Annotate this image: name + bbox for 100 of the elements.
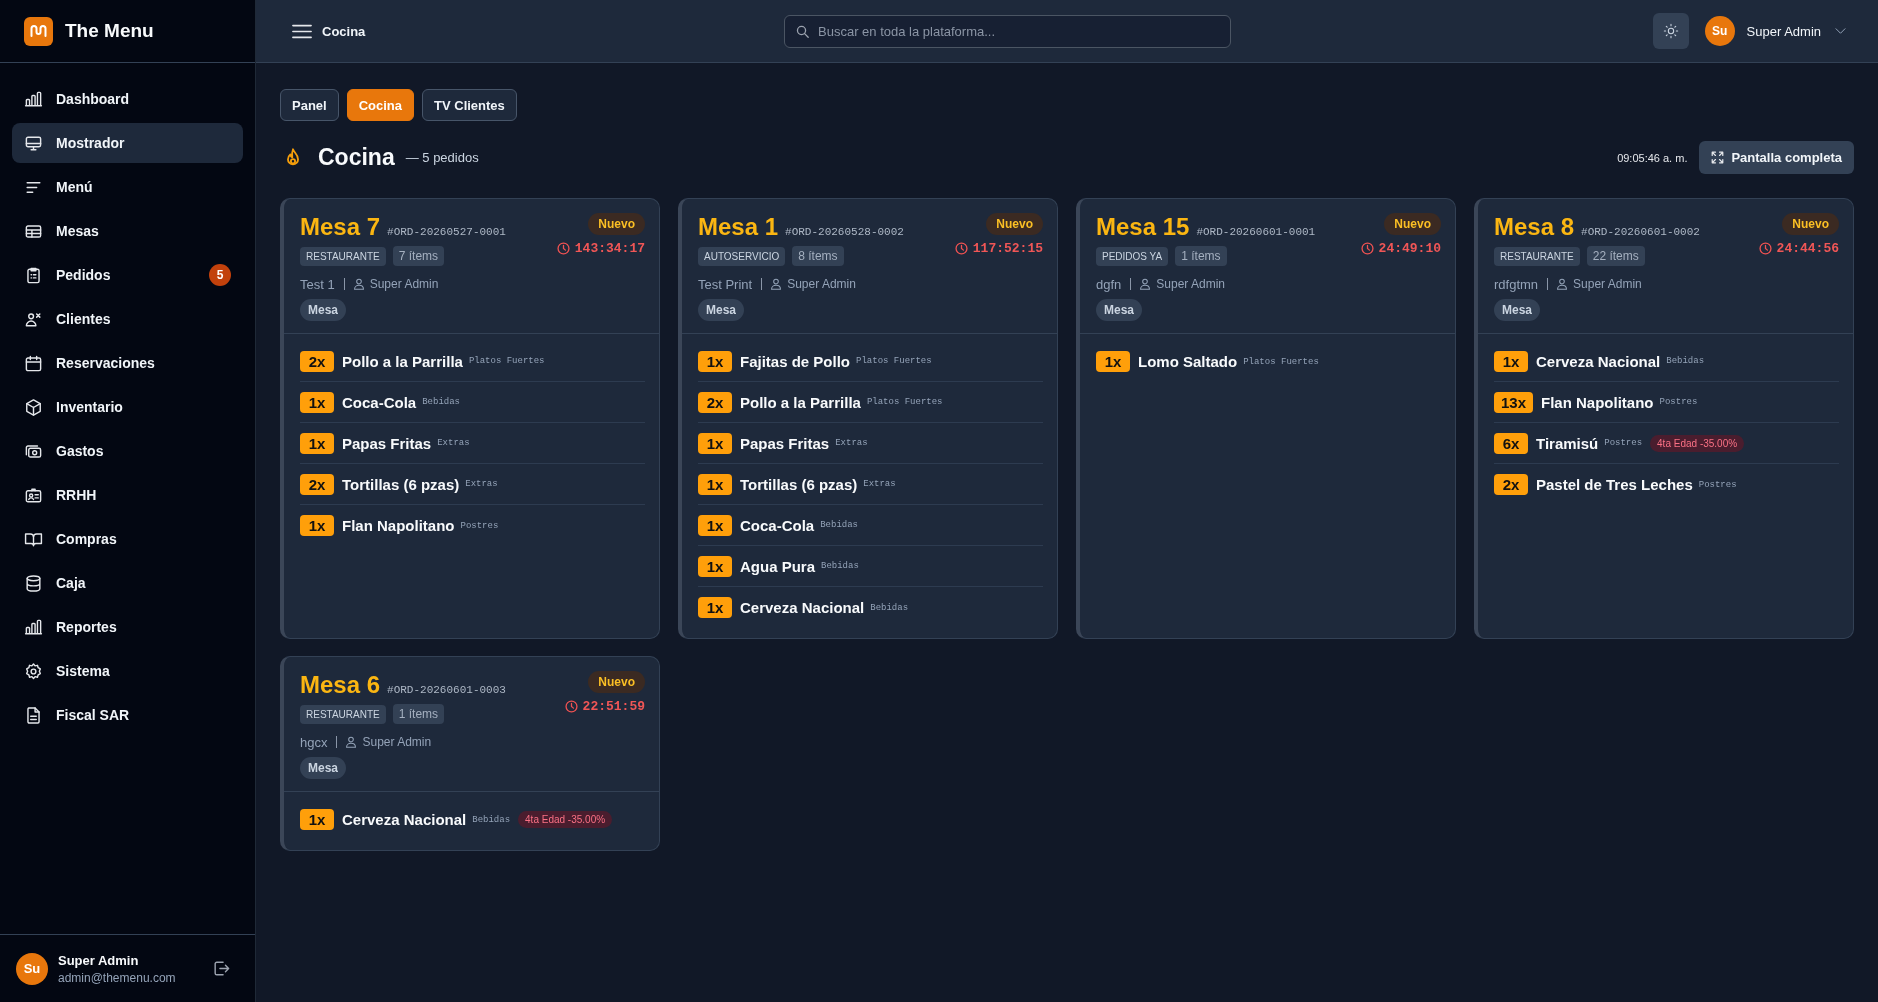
quantity-tag: 1x	[1096, 351, 1130, 372]
user-avatar: Su	[16, 952, 48, 985]
bar-chart-icon	[24, 617, 43, 637]
channel-tag: RESTAURANTE	[300, 246, 386, 266]
item-name: Lomo Saltado	[1138, 353, 1238, 370]
user-name[interactable]: Super Admin	[1746, 23, 1821, 39]
order-count: — 5 pedidos	[405, 150, 479, 165]
item-category: Platos Fuertes	[1243, 356, 1319, 367]
fullscreen-button[interactable]: Pantalla completa	[1699, 141, 1854, 174]
nav-item[interactable]: Fiscal SAR	[12, 695, 243, 735]
nav-item[interactable]: Mesas	[12, 211, 243, 251]
nav-item[interactable]: Mostrador	[12, 123, 243, 163]
channel-tag: RESTAURANTE	[300, 704, 386, 724]
user-icon	[345, 736, 358, 748]
quantity-tag: 1x	[300, 809, 334, 830]
nav-item[interactable]: Gastos	[12, 431, 243, 471]
item-count-tag: 22 ítems	[1586, 246, 1645, 266]
waiter-name: Super Admin	[787, 277, 856, 291]
service-tag: Mesa	[1494, 299, 1541, 321]
discount-tag: 4ta Edad -35.00%	[1650, 434, 1745, 452]
status-badge: Nuevo	[1384, 213, 1441, 235]
item-name: Tortillas (6 pzas)	[342, 475, 460, 493]
monitor-icon	[24, 133, 43, 153]
channel-tag: PEDIDOS YA	[1096, 246, 1169, 266]
waiter-name: Super Admin	[369, 277, 439, 291]
clipboard-icon	[24, 265, 43, 285]
quantity-tag: 1x	[698, 473, 732, 495]
nav-item[interactable]: Pedidos 5	[12, 255, 243, 295]
cube-icon	[24, 397, 43, 417]
nav-item[interactable]: Dashboard	[12, 79, 243, 119]
tab[interactable]: Panel	[280, 89, 339, 121]
search-field[interactable]: Buscar en toda la plataforma...	[784, 14, 1231, 48]
service-tag: Mesa	[698, 299, 745, 321]
quantity-tag: 1x	[300, 432, 334, 454]
bar-chart-icon	[24, 89, 43, 109]
nav-item[interactable]: Caja	[12, 563, 243, 603]
item-category: Bebidas	[820, 520, 858, 530]
user-icon	[1139, 278, 1152, 290]
nav-item[interactable]: Compras	[12, 519, 243, 559]
quantity-tag: 1x	[698, 597, 732, 618]
waiter-name: Super Admin	[1156, 277, 1226, 291]
item-category: Platos Fuertes	[468, 356, 545, 366]
logout-icon[interactable]	[212, 959, 231, 978]
item-category: Platos Fuertes	[866, 397, 943, 407]
table-title: Mesa 15	[1096, 213, 1190, 241]
quantity-tag: 2x	[300, 350, 334, 372]
discount-tag: 4ta Edad -35.00%	[518, 811, 613, 828]
waiter-name: Super Admin	[1573, 277, 1642, 291]
item-category: Bebidas	[422, 397, 460, 407]
table-title: Mesa 6	[300, 671, 381, 699]
id-card-icon	[24, 485, 43, 505]
user-icon	[352, 278, 365, 290]
quantity-tag: 1x	[300, 391, 334, 413]
service-tag: Mesa	[300, 757, 347, 779]
nav-item[interactable]: Reservaciones	[12, 343, 243, 383]
chevron-down-icon[interactable]	[1835, 28, 1846, 34]
theme-toggle-button[interactable]	[1652, 13, 1689, 49]
customer-name: Test 1	[300, 276, 335, 292]
customer-name: rdfgtmn	[1494, 276, 1539, 292]
nav-item[interactable]: Reportes	[12, 607, 243, 647]
table-title: Mesa 8	[1494, 213, 1575, 241]
user-email: admin@themenu.com	[58, 970, 176, 985]
page-breadcrumb: Cocina	[322, 23, 366, 39]
order-number: #ORD-20260528-0002	[785, 226, 904, 238]
document-icon	[24, 705, 43, 725]
quantity-tag: 1x	[698, 555, 732, 577]
nav-item[interactable]: Menú	[12, 167, 243, 207]
waiter-name: Super Admin	[362, 735, 432, 749]
table-title: Mesa 7	[300, 213, 381, 241]
clock-icon	[1758, 242, 1772, 255]
item-name: Coca-Cola	[740, 516, 815, 534]
quantity-tag: 2x	[300, 473, 334, 495]
nav-item[interactable]: Clientes	[12, 299, 243, 339]
clock-icon	[954, 242, 968, 255]
customer-name: Test Print	[698, 276, 753, 292]
channel-tag: AUTOSERVICIO	[698, 246, 786, 266]
nav-item[interactable]: Inventario	[12, 387, 243, 427]
item-category: Postres	[1659, 397, 1698, 407]
quantity-tag: 2x	[698, 391, 732, 413]
item-category: Postres	[1604, 438, 1643, 448]
expand-icon	[1711, 151, 1725, 164]
item-name: Papas Fritas	[342, 434, 432, 452]
item-name: Fajitas de Pollo	[740, 352, 851, 370]
item-name: Tiramisú	[1536, 434, 1599, 452]
menu-icon[interactable]	[292, 23, 312, 39]
item-category: Postres	[1698, 479, 1737, 490]
tab[interactable]: TV Clientes	[422, 89, 517, 121]
nav-item[interactable]: RRHH	[12, 475, 243, 515]
elapsed-timer: 22:51:59	[582, 699, 645, 714]
order-number: #ORD-20260601-0003	[387, 684, 506, 696]
item-name: Pollo a la Parrilla	[342, 352, 463, 370]
order-number: #ORD-20260601-0002	[1581, 226, 1700, 238]
nav-item[interactable]: Sistema	[12, 651, 243, 691]
item-name: Pollo a la Parrilla	[740, 393, 861, 411]
quantity-tag: 13x	[1494, 391, 1534, 413]
item-name: Cerveza Nacional	[342, 811, 467, 828]
item-category: Bebidas	[1666, 356, 1705, 366]
item-count-tag: 1 ítems	[1175, 246, 1227, 266]
service-tag: Mesa	[1096, 299, 1143, 321]
clock-icon	[556, 242, 570, 255]
